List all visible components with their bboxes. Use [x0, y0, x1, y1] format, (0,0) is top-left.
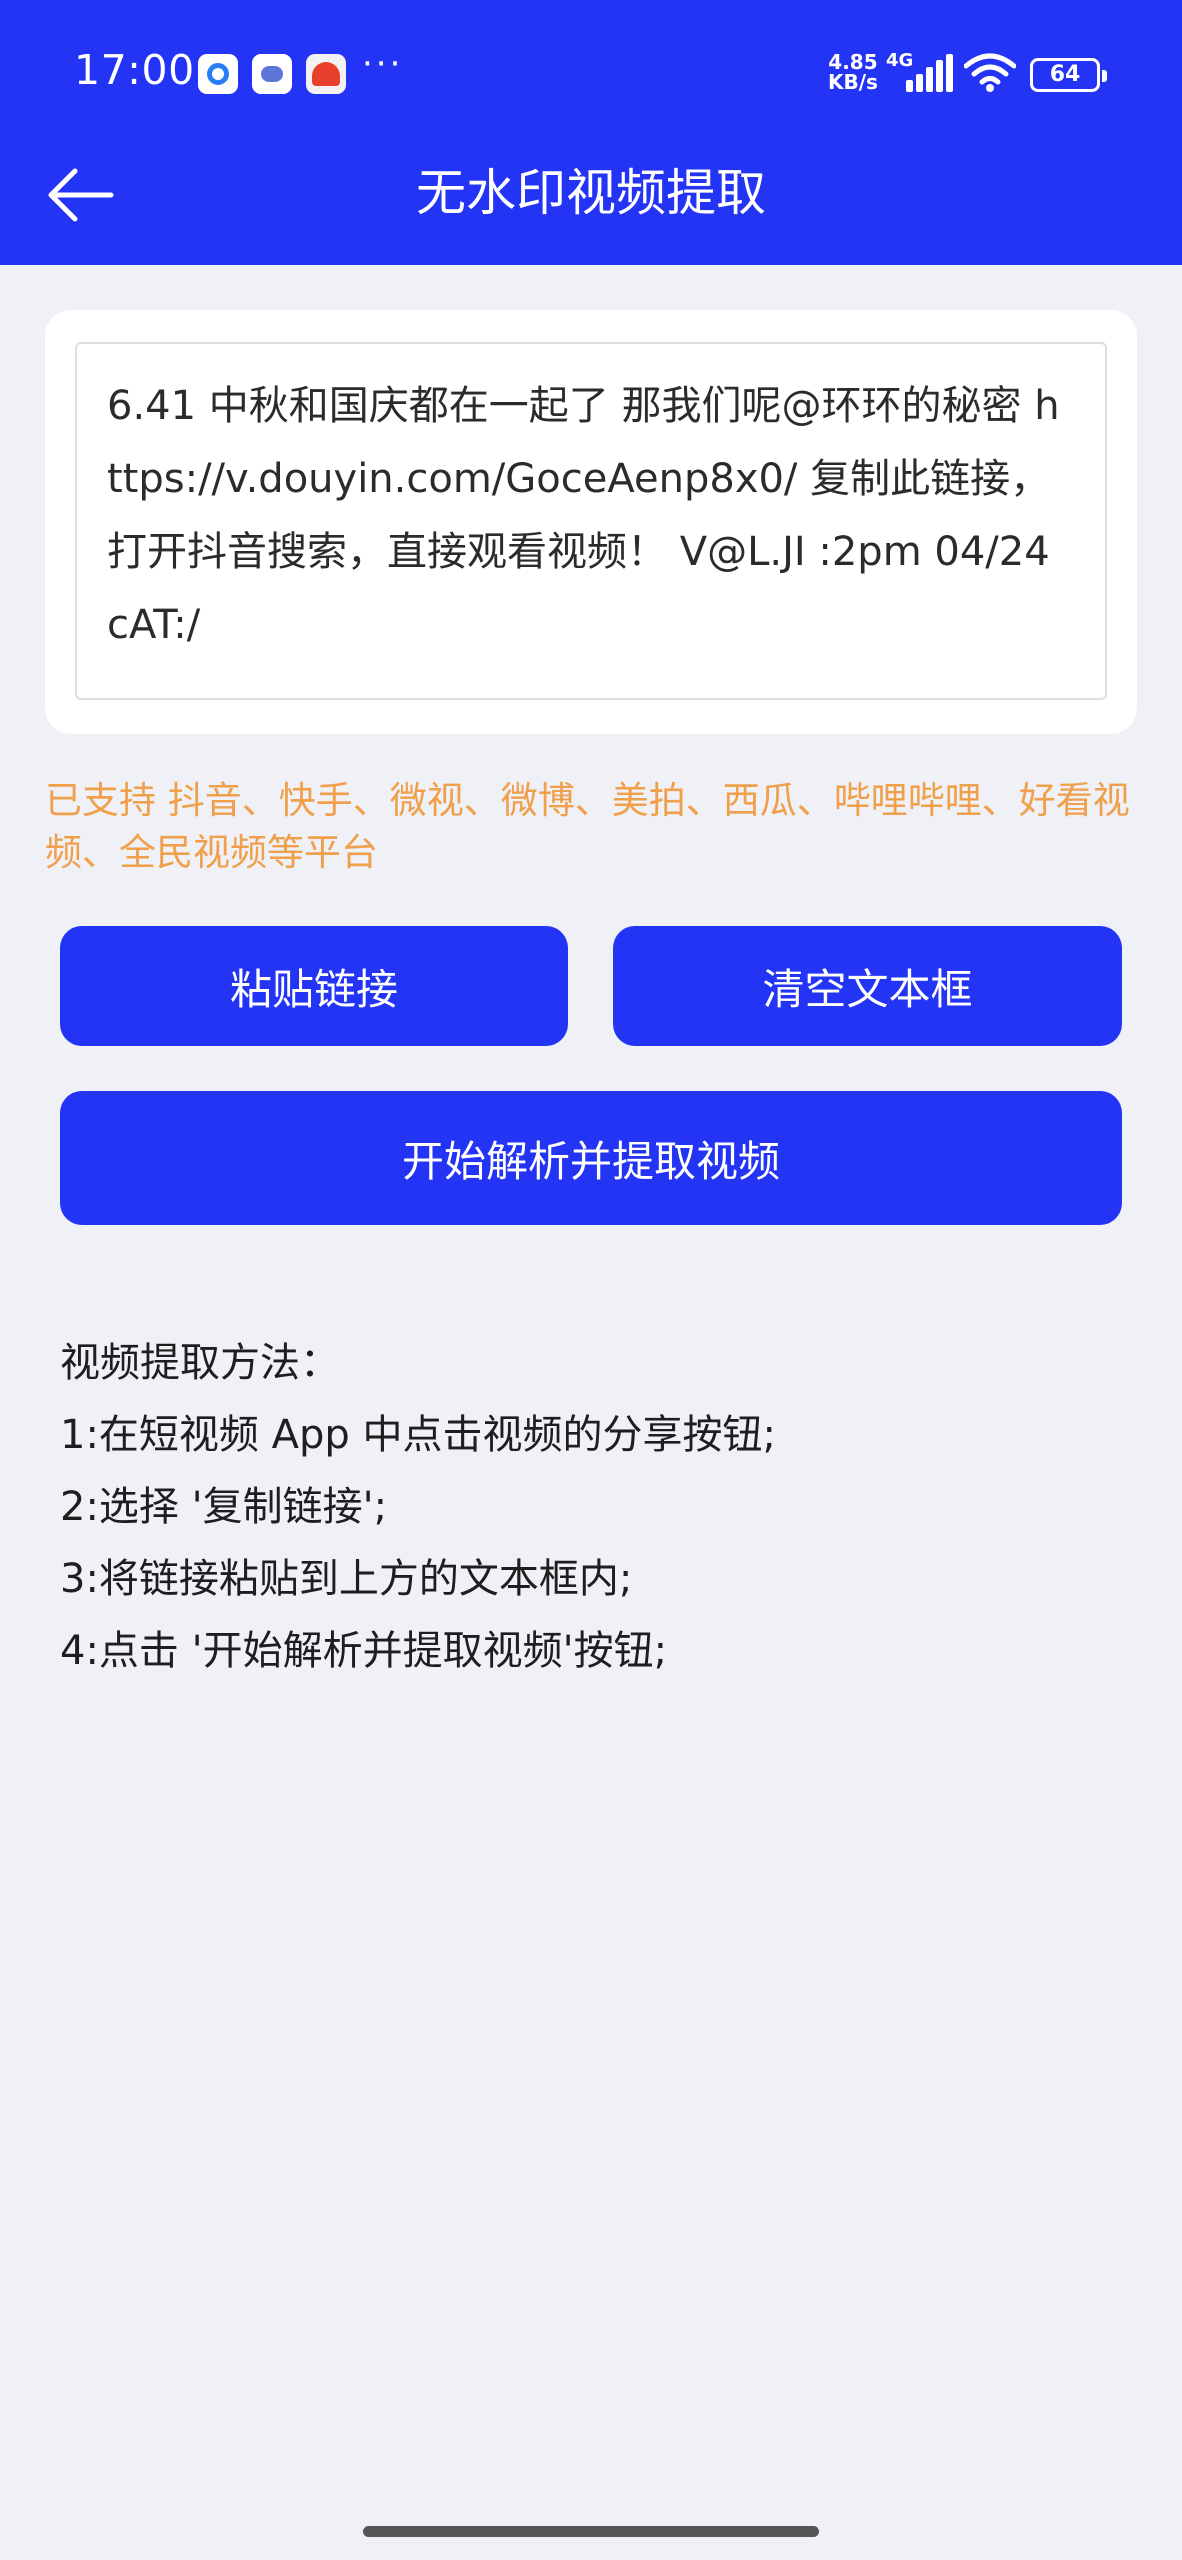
- parse-extract-video-button[interactable]: 开始解析并提取视频: [60, 1091, 1122, 1225]
- input-card: 6.41 中秋和国庆都在一起了 那我们呢@环环的秘密 https://v.dou…: [45, 310, 1137, 734]
- status-bar: 17:00 ··· 4.85 KB/s 4G 64: [0, 0, 1182, 150]
- wifi-icon: [964, 53, 1016, 92]
- instructions-title: 视频提取方法：: [60, 1340, 340, 1386]
- cellular-signal-icon: [906, 54, 954, 92]
- instruction-step: 4:点击 '开始解析并提取视频'按钮;: [60, 1628, 668, 1674]
- more-notifications-icon: ···: [362, 44, 404, 84]
- instruction-step: 1:在短视频 App 中点击视频的分享按钮;: [60, 1412, 776, 1458]
- notification-app-icon: [198, 54, 238, 94]
- link-text-input[interactable]: 6.41 中秋和国庆都在一起了 那我们呢@环环的秘密 https://v.dou…: [75, 342, 1107, 700]
- instruction-step: 2:选择 '复制链接';: [60, 1484, 388, 1530]
- network-speed: 4.85 KB/s: [828, 52, 878, 92]
- app-header: 17:00 ··· 4.85 KB/s 4G 64 无水印视频提取: [0, 0, 1182, 265]
- clear-textbox-button[interactable]: 清空文本框: [613, 926, 1122, 1046]
- network-speed-unit: KB/s: [828, 70, 878, 94]
- instructions-section: 视频提取方法： 1:在短视频 App 中点击视频的分享按钮; 2:选择 '复制链…: [60, 1327, 1120, 1687]
- status-time: 17:00: [74, 46, 195, 94]
- notification-app-icon: [306, 54, 346, 94]
- network-speed-value: 4.85: [828, 50, 878, 74]
- home-indicator[interactable]: [363, 2526, 819, 2537]
- page-title: 无水印视频提取: [416, 164, 766, 222]
- paste-link-button[interactable]: 粘贴链接: [60, 926, 568, 1046]
- instruction-step: 3:将链接粘贴到上方的文本框内;: [60, 1556, 633, 1602]
- supported-platforms-text: 已支持 抖音、快手、微视、微博、美拍、西瓜、哔哩哔哩、好看视频、全民视频等平台: [45, 779, 1130, 874]
- battery-indicator: 64: [1030, 58, 1107, 92]
- notification-app-icon: [252, 54, 292, 94]
